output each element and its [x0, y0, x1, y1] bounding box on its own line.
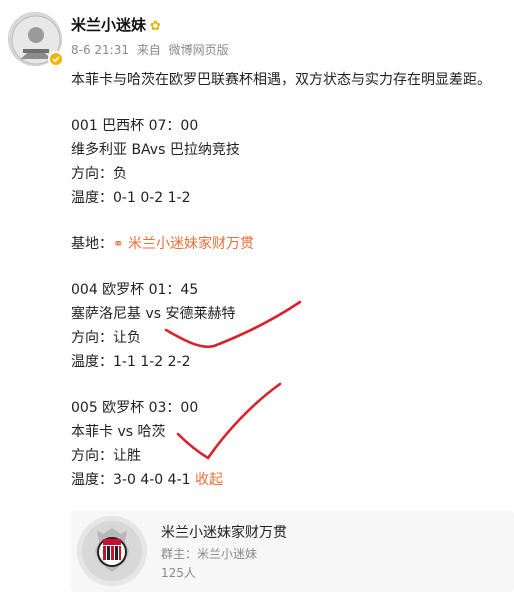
- match3-teams: 本菲卡 vs 哈茨: [71, 424, 166, 440]
- post-body: 本菲卡与哈茨在欧罗巴联赛杯相遇，双方状态与实力存在明显差距。 001 巴西杯 0…: [71, 68, 511, 492]
- sunflower-badge-icon: ✿: [150, 19, 161, 34]
- username-text[interactable]: 米兰小迷妹: [71, 16, 146, 34]
- group-card[interactable]: 米兰小迷妹家财万贯 群主：米兰小迷妹 125人: [71, 510, 514, 592]
- base-link-text[interactable]: 米兰小迷妹家财万贯: [128, 236, 254, 252]
- match2-temperature: 温度：1-1 1-2 2-2: [71, 354, 191, 370]
- base-label: 基地：: [71, 236, 113, 252]
- base-line: 基地：⚭ 米兰小迷妹家财万贯: [71, 232, 511, 256]
- match3-temperature: 温度：3-0 4-0 4-1: [71, 472, 191, 488]
- base-link[interactable]: ⚭ 米兰小迷妹家财万贯: [113, 236, 254, 252]
- source-prefix: 来自: [136, 43, 161, 57]
- group-avatar: [77, 516, 147, 586]
- username[interactable]: 米兰小迷妹 ✿: [71, 14, 161, 35]
- user-avatar[interactable]: [8, 12, 64, 67]
- group-name[interactable]: 米兰小迷妹家财万贯: [161, 522, 287, 542]
- match2-header: 004 欧罗杯 01：45: [71, 282, 199, 298]
- match1-header: 001 巴西杯 07：00: [71, 118, 199, 134]
- match1-temperature: 温度：0-1 0-2 1-2: [71, 190, 191, 206]
- group-link-icon: ⚭: [113, 237, 129, 252]
- match3-header: 005 欧罗杯 03：00: [71, 400, 199, 416]
- match3-temperature-line: 温度：3-0 4-0 4-1 收起: [71, 468, 511, 492]
- group-member-count: 125人: [161, 566, 196, 580]
- post-intro: 本菲卡与哈茨在欧罗巴联赛杯相遇，双方状态与实力存在明显差距。: [71, 72, 491, 88]
- post-meta: 8-6 21:31 来自 微博网页版: [71, 41, 229, 58]
- match1-direction: 方向：负: [71, 166, 127, 182]
- match3-direction: 方向：让胜: [71, 448, 141, 464]
- group-owner: 群主：米兰小迷妹: [161, 547, 258, 561]
- match1-teams: 维多利亚 BAvs 巴拉纳竞技: [71, 142, 240, 158]
- match2-direction: 方向：让负: [71, 330, 141, 346]
- verified-badge-icon: [48, 51, 64, 67]
- post-date[interactable]: 8-6 21:31: [71, 43, 129, 57]
- collapse-link[interactable]: 收起: [195, 472, 223, 488]
- post-source: 微博网页版: [168, 43, 229, 57]
- match2-teams: 塞萨洛尼基 vs 安德莱赫特: [71, 306, 236, 322]
